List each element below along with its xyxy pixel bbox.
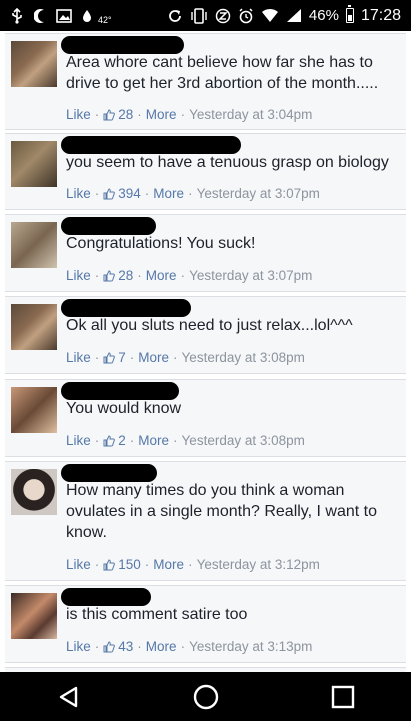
comment-actions: Like · 2 · More · Yesterday at 3:08pm bbox=[66, 433, 305, 448]
sync-icon bbox=[167, 8, 183, 24]
image-icon bbox=[56, 8, 72, 23]
timestamp: Yesterday at 3:12pm bbox=[196, 557, 320, 572]
comment-text: How many times do you think a woman ovul… bbox=[66, 482, 377, 541]
avatar[interactable] bbox=[11, 387, 57, 433]
like-count[interactable]: 2 bbox=[118, 433, 126, 448]
recents-square-icon bbox=[331, 685, 354, 708]
avatar[interactable] bbox=[11, 469, 57, 515]
comment-text: is this comment satire too bbox=[66, 606, 248, 623]
comment-text: Area whore cant believe how far she has … bbox=[66, 54, 379, 92]
comment-item: Area whore cant believe how far she has … bbox=[5, 33, 406, 130]
avatar[interactable] bbox=[11, 141, 57, 187]
home-circle-icon bbox=[193, 684, 218, 709]
comment-item: How many times do you think a woman ovul… bbox=[5, 461, 406, 581]
like-link[interactable]: Like bbox=[66, 350, 91, 365]
comment-text: Congratulations! You suck! bbox=[66, 235, 256, 252]
home-button[interactable] bbox=[176, 677, 236, 717]
comments-list[interactable]: Area whore cant believe how far she has … bbox=[0, 31, 411, 672]
usb-icon bbox=[10, 7, 24, 24]
timestamp: Yesterday at 3:08pm bbox=[181, 350, 305, 365]
vibrate-icon bbox=[190, 7, 208, 24]
comment-actions: Like · 150 · More · Yesterday at 3:12pm bbox=[66, 557, 320, 572]
comment-actions: Like · 28 · More · Yesterday at 3:04pm bbox=[66, 107, 313, 122]
more-link[interactable]: More bbox=[146, 107, 177, 122]
comment-actions: Like · 394 · More · Yesterday at 3:07pm bbox=[66, 186, 320, 201]
more-link[interactable]: More bbox=[138, 350, 169, 365]
comment-text: you seem to have a tenuous grasp on biol… bbox=[66, 154, 389, 171]
comment-text: Ok all you sluts need to just relax...lo… bbox=[66, 317, 353, 334]
avatar[interactable] bbox=[11, 593, 57, 639]
timestamp: Yesterday at 3:08pm bbox=[181, 433, 305, 448]
comment-actions: Like · 43 · More · Yesterday at 3:13pm bbox=[66, 639, 313, 654]
like-link[interactable]: Like bbox=[66, 107, 91, 122]
more-link[interactable]: More bbox=[146, 268, 177, 283]
more-link[interactable]: More bbox=[153, 186, 184, 201]
back-button[interactable] bbox=[39, 677, 99, 717]
comment-item: is this comment satire too Like · 43 · M… bbox=[5, 585, 406, 663]
comment-actions: Like · 28 · More · Yesterday at 3:07pm bbox=[66, 268, 313, 283]
avatar[interactable] bbox=[11, 304, 57, 350]
thumbs-up-icon bbox=[103, 351, 116, 363]
wifi-icon bbox=[261, 8, 279, 23]
thumbs-up-icon bbox=[103, 558, 116, 570]
comment-item: Ok all you sluts need to just relax...lo… bbox=[5, 296, 406, 374]
clock: 17:28 bbox=[360, 6, 401, 24]
like-count[interactable]: 43 bbox=[118, 639, 133, 654]
timestamp: Yesterday at 3:07pm bbox=[196, 186, 320, 201]
like-link[interactable]: Like bbox=[66, 433, 91, 448]
temperature-label: 42° bbox=[98, 14, 112, 25]
alarm-icon bbox=[238, 7, 254, 24]
status-bar: 42° 46% 17:28 bbox=[0, 0, 411, 31]
like-link[interactable]: Like bbox=[66, 268, 91, 283]
more-link[interactable]: More bbox=[138, 433, 169, 448]
back-triangle-icon bbox=[59, 686, 77, 707]
thumbs-up-icon bbox=[103, 108, 116, 120]
battery-percent: 46% bbox=[308, 7, 339, 24]
thumbs-up-icon bbox=[103, 640, 116, 652]
navigation-bar bbox=[0, 672, 411, 721]
weather-icon bbox=[82, 9, 92, 23]
no-disturb-icon bbox=[215, 8, 231, 24]
like-count[interactable]: 28 bbox=[118, 268, 133, 283]
thumbs-up-icon bbox=[103, 434, 116, 446]
avatar[interactable] bbox=[11, 41, 57, 87]
like-count[interactable]: 28 bbox=[118, 107, 133, 122]
thumbs-up-icon bbox=[103, 269, 116, 281]
thumbs-up-icon bbox=[103, 187, 116, 199]
comment-item: You would know Like · 2 · More · Yesterd… bbox=[5, 379, 406, 457]
comment-actions: Like · 7 · More · Yesterday at 3:08pm bbox=[66, 350, 305, 365]
battery-icon bbox=[345, 5, 354, 23]
recents-button[interactable] bbox=[313, 677, 373, 717]
avatar[interactable] bbox=[11, 222, 57, 268]
like-count[interactable]: 394 bbox=[118, 186, 141, 201]
moon-icon bbox=[34, 8, 46, 24]
like-link[interactable]: Like bbox=[66, 557, 91, 572]
timestamp: Yesterday at 3:04pm bbox=[189, 107, 313, 122]
timestamp: Yesterday at 3:07pm bbox=[189, 268, 313, 283]
comment-item: you seem to have a tenuous grasp on biol… bbox=[5, 133, 406, 210]
timestamp: Yesterday at 3:13pm bbox=[189, 639, 313, 654]
like-count[interactable]: 150 bbox=[118, 557, 141, 572]
signal-icon bbox=[286, 8, 302, 23]
like-link[interactable]: Like bbox=[66, 639, 91, 654]
like-link[interactable]: Like bbox=[66, 186, 91, 201]
more-link[interactable]: More bbox=[153, 557, 184, 572]
comment-item: Congratulations! You suck! Like · 28 · M… bbox=[5, 214, 406, 292]
more-link[interactable]: More bbox=[146, 639, 177, 654]
comment-text: You would know bbox=[66, 400, 182, 417]
like-count[interactable]: 7 bbox=[118, 350, 126, 365]
